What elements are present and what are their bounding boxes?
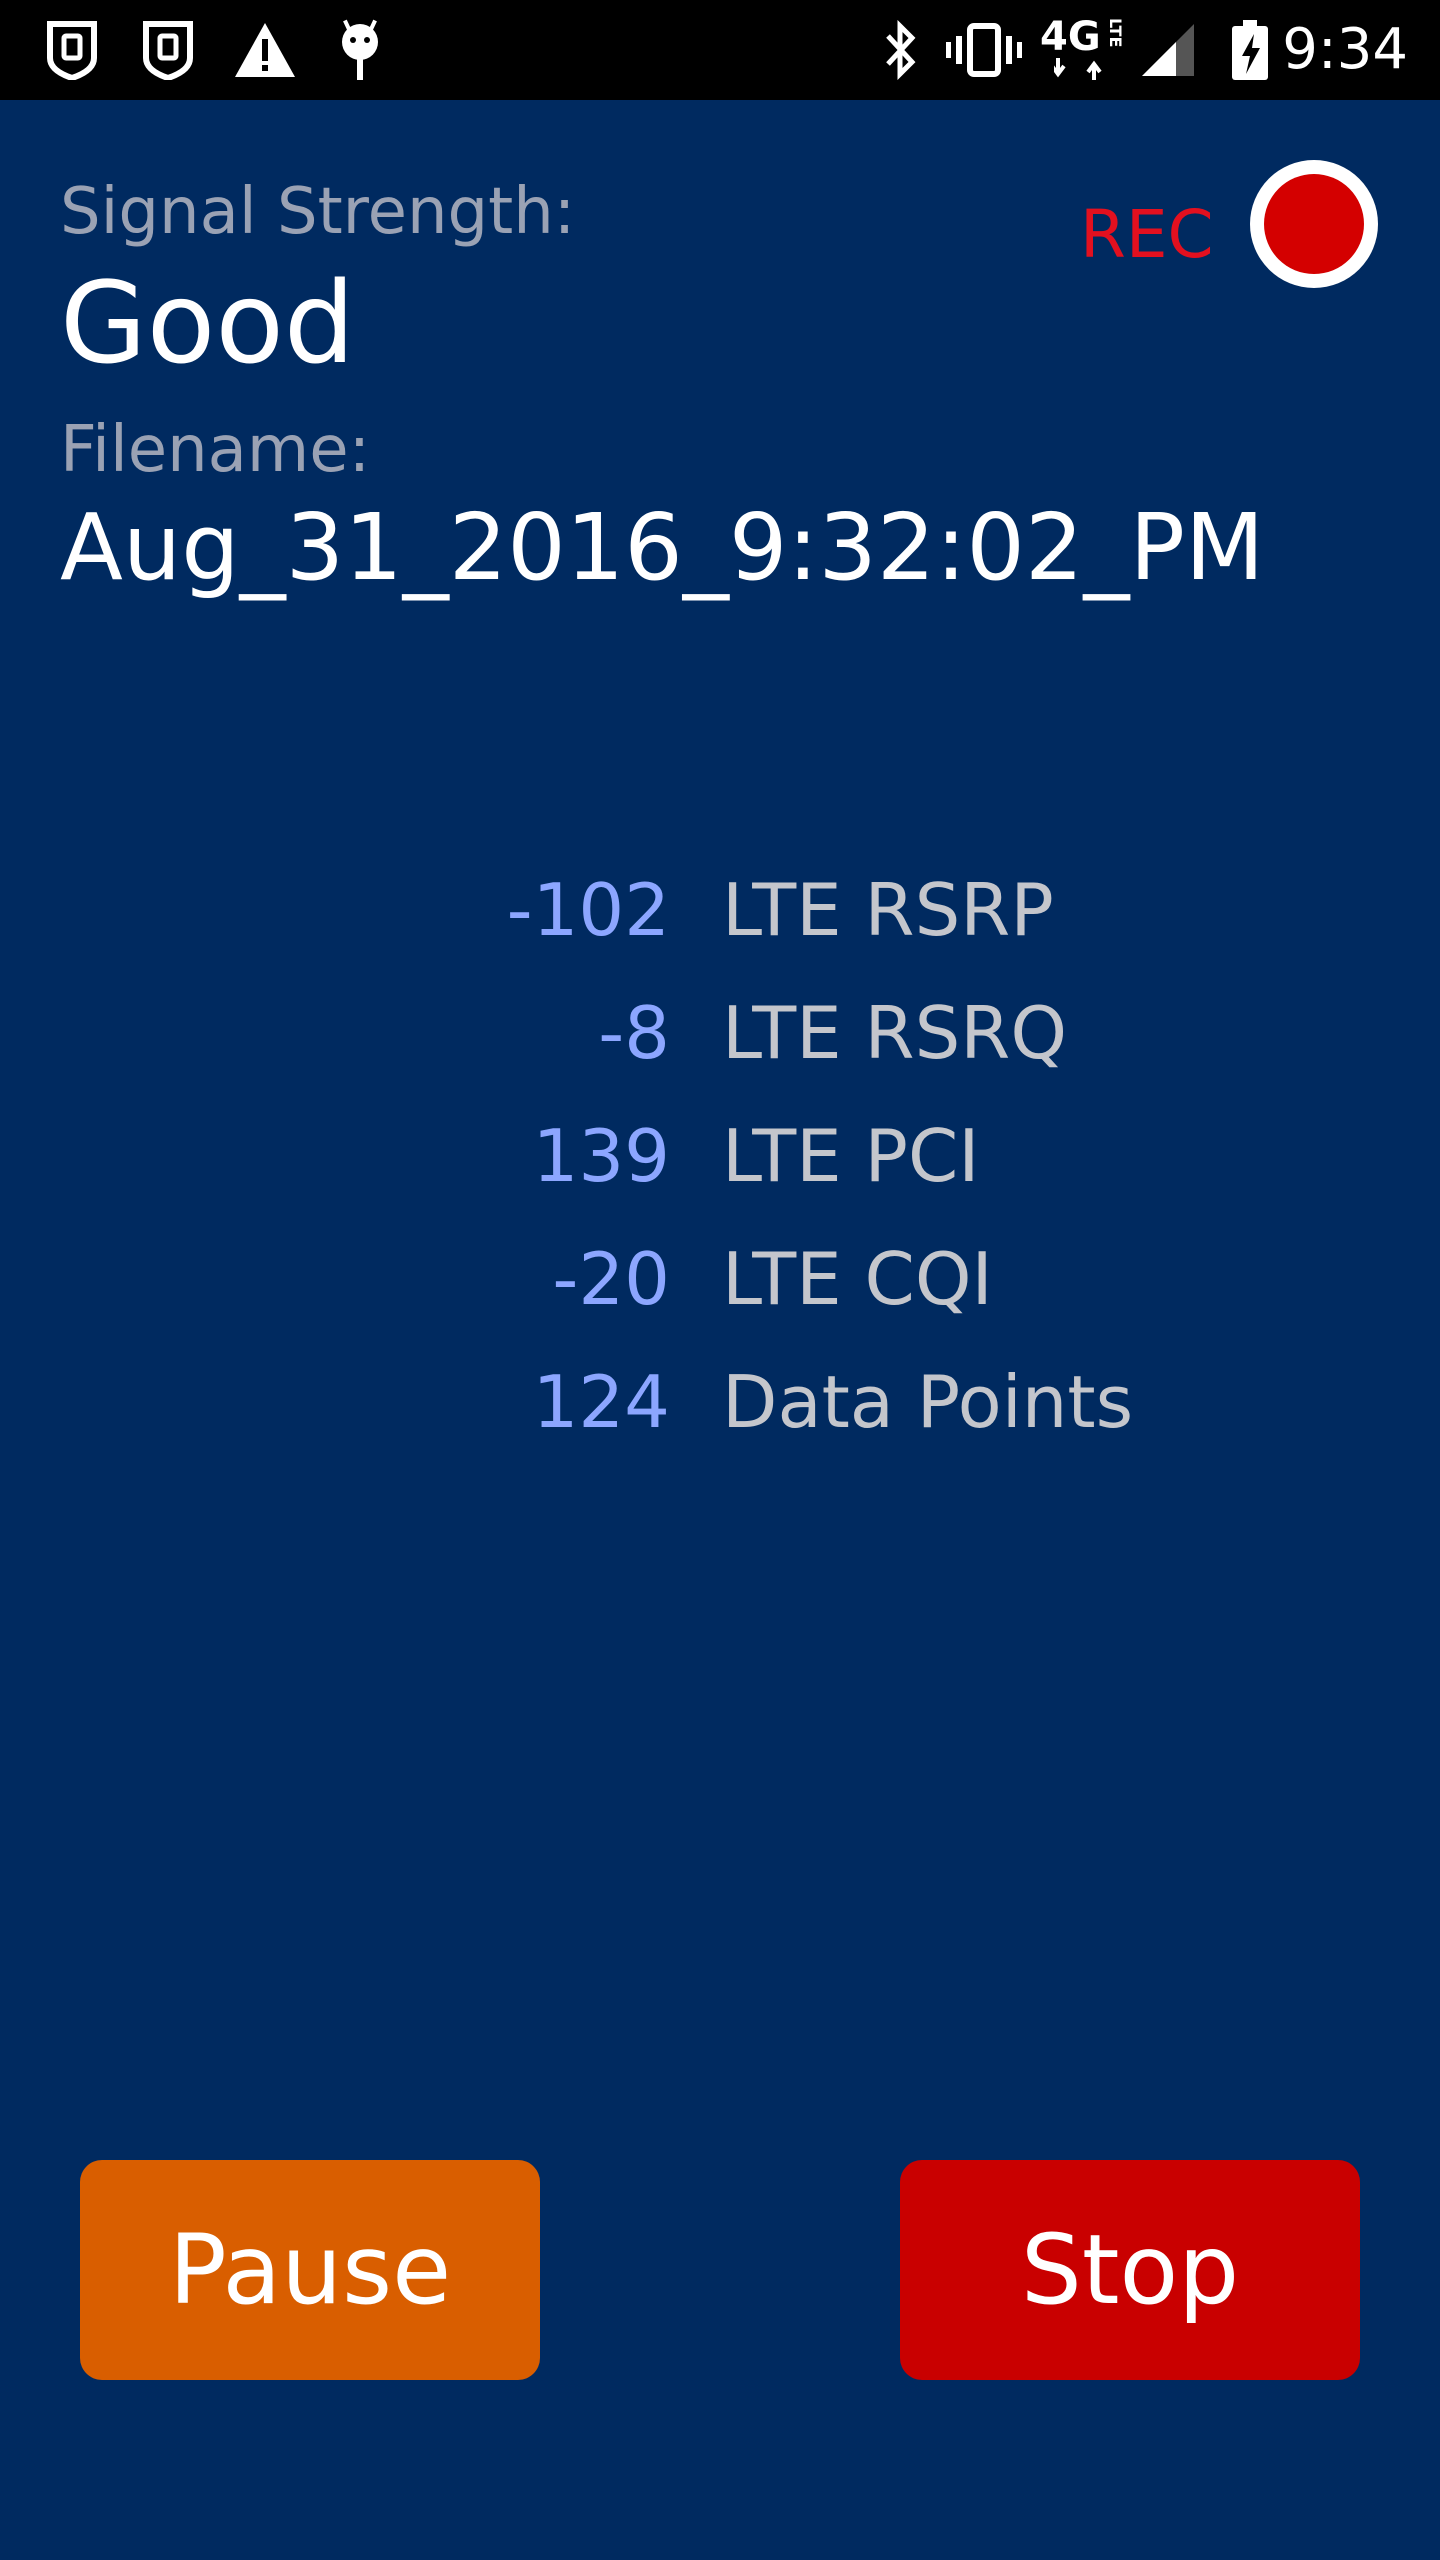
network-4g-lte-icon: 4G LTE xyxy=(1040,14,1136,84)
stat-value: -102 xyxy=(506,868,670,952)
stat-row-rsrq: -8 LTE RSRQ xyxy=(0,983,1440,1083)
record-indicator[interactable] xyxy=(1250,160,1378,288)
rec-label: REC xyxy=(1080,196,1214,273)
android-debug-icon xyxy=(330,16,390,84)
signal-strength-label: Signal Strength: xyxy=(60,175,576,249)
stat-row-rsrp: -102 LTE RSRP xyxy=(0,860,1440,960)
filename-label: Filename: xyxy=(60,413,371,487)
stat-label: LTE CQI xyxy=(722,1237,993,1321)
stat-value: 139 xyxy=(532,1114,670,1198)
warning-icon xyxy=(230,16,300,84)
signal-strength-value: Good xyxy=(60,259,355,389)
clock: 9:34 xyxy=(1282,17,1408,82)
stat-label: Data Points xyxy=(722,1360,1134,1444)
stat-value: -8 xyxy=(598,991,670,1075)
stop-button[interactable]: Stop xyxy=(900,2160,1360,2380)
shield-icon xyxy=(40,16,104,84)
signal-icon xyxy=(1136,16,1200,84)
status-bar: 4G LTE 9:34 xyxy=(0,0,1440,100)
stat-row-pci: 139 LTE PCI xyxy=(0,1106,1440,1206)
stat-value: 124 xyxy=(532,1360,670,1444)
vibrate-icon xyxy=(944,16,1024,84)
stat-value: -20 xyxy=(552,1237,670,1321)
stat-label: LTE RSRP xyxy=(722,868,1054,952)
stat-row-cqi: -20 LTE CQI xyxy=(0,1229,1440,1329)
shield-icon xyxy=(136,16,200,84)
stat-row-data-points: 124 Data Points xyxy=(0,1352,1440,1452)
record-dot-icon xyxy=(1264,174,1364,274)
bluetooth-icon xyxy=(872,16,928,84)
battery-charging-icon xyxy=(1226,16,1274,84)
stat-label: LTE RSRQ xyxy=(722,991,1067,1075)
pause-button[interactable]: Pause xyxy=(80,2160,540,2380)
stat-label: LTE PCI xyxy=(722,1114,980,1198)
filename-value: Aug_31_2016_9:32:02_PM xyxy=(60,494,1265,601)
